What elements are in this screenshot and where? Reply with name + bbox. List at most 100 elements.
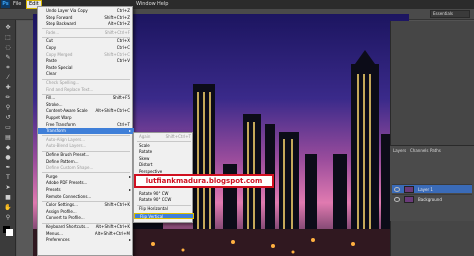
edit-menu-item[interactable]: Presets ▸ <box>38 187 134 193</box>
edit-menu-item[interactable]: Step Forward Shift+Ctrl+Z <box>38 15 134 21</box>
zoom-tool-icon[interactable]: ⚲ <box>3 214 13 222</box>
menu-item-label: Clear <box>46 71 57 77</box>
layer-name: Layer 1 <box>418 187 433 192</box>
transform-submenu-item[interactable]: Flip Vertical <box>134 212 194 219</box>
transform-submenu-item[interactable]: Distort <box>134 162 194 168</box>
edit-menu-item[interactable]: Cut Ctrl+X <box>38 38 134 44</box>
menu-item-shortcut: Alt+Shift+Ctrl+M <box>94 230 130 236</box>
workspace-switcher[interactable]: Essentials <box>430 10 470 18</box>
eyedropper-tool-icon[interactable]: ⁄ <box>3 74 13 82</box>
dodge-tool-icon[interactable]: ● <box>3 154 13 162</box>
edit-menu-item: Define Custom Shape... <box>38 165 134 171</box>
gradient-tool-icon[interactable]: ▤ <box>3 134 13 142</box>
edit-menu-item: Fade... Shift+Ctrl+F <box>38 30 134 36</box>
menu-item-label: Auto-Align Layers... <box>46 136 86 142</box>
type-tool-icon[interactable]: T <box>3 174 13 182</box>
blur-tool-icon[interactable]: ◆ <box>3 144 13 152</box>
menu-file[interactable]: File <box>13 0 21 9</box>
edit-menu-item[interactable]: Preferences ▸ <box>38 237 134 243</box>
edit-menu-item[interactable]: Remote Connections... <box>38 194 134 200</box>
menu-window[interactable]: Window <box>136 0 156 9</box>
path-select-tool-icon[interactable]: ➤ <box>3 184 13 192</box>
menu-help[interactable]: Help <box>157 0 168 9</box>
edit-menu-item[interactable]: Keyboard Shortcuts... Alt+Shift+Ctrl+K <box>38 224 134 230</box>
transform-submenu-item[interactable]: Rotate 90° CCW <box>134 197 194 203</box>
edit-menu-item[interactable]: Clear <box>38 71 134 77</box>
move-tool-icon[interactable]: ✥ <box>3 24 13 32</box>
pen-tool-icon[interactable]: ✒ <box>3 164 13 172</box>
edit-menu-item[interactable]: Paste Special <box>38 65 134 71</box>
shape-tool-icon[interactable]: ■ <box>3 194 13 202</box>
visibility-eye-icon[interactable] <box>394 197 400 202</box>
menu-item-label: Convert to Profile... <box>46 215 85 221</box>
menu-item-label: Remote Connections... <box>46 193 92 199</box>
hand-tool-icon[interactable]: ✋ <box>3 204 13 212</box>
layer-row[interactable]: Layer 1 <box>392 184 472 193</box>
menu-item-label: Paste <box>46 58 57 64</box>
edit-menu-item: Find and Replace Text... <box>38 87 134 93</box>
menu-item-label: Find and Replace Text... <box>46 86 94 92</box>
healing-brush-tool-icon[interactable]: ✚ <box>3 84 13 92</box>
menu-item-shortcut: Ctrl+X <box>116 38 130 44</box>
transform-submenu-item[interactable]: Skew <box>134 156 194 162</box>
submenu-arrow-icon: ▸ <box>128 187 131 192</box>
menu-item-label: Rotate 90° CW <box>139 190 169 196</box>
menu-item-shortcut: Shift+F5 <box>112 95 130 101</box>
edit-menu-item[interactable]: Paste Ctrl+V <box>38 58 134 64</box>
edit-menu-item[interactable]: Assign Profile... <box>38 209 134 215</box>
background-color-swatch[interactable] <box>6 229 13 236</box>
tab-paths[interactable]: Paths <box>430 148 441 153</box>
edit-menu-item[interactable]: Adobe PDF Presets... <box>38 180 134 186</box>
transform-submenu-item[interactable]: Rotate <box>134 149 194 155</box>
edit-menu-item[interactable]: Puppet Warp <box>38 115 134 121</box>
menu-item-label: Step Backward <box>46 21 76 27</box>
visibility-eye-icon[interactable] <box>394 187 400 192</box>
layers-panel: Layers Channels Paths Layer 1 Background <box>390 145 474 221</box>
menu-item-label: Preferences <box>46 237 70 243</box>
transform-submenu-item[interactable]: Flip Horizontal <box>134 206 194 212</box>
edit-menu-item[interactable]: Free Transform Ctrl+T <box>38 122 134 128</box>
edit-menu-item[interactable]: Define Pattern... <box>38 159 134 165</box>
quick-select-tool-icon[interactable]: ✎ <box>3 54 13 62</box>
menu-item-label: Flip Horizontal <box>139 206 168 211</box>
menu-item-shortcut: Ctrl+V <box>116 58 130 64</box>
edit-menu-item[interactable]: Define Brush Preset... <box>38 152 134 158</box>
menu-item-shortcut: Ctrl+C <box>116 45 130 50</box>
edit-menu-item[interactable]: Purge ▸ <box>38 174 134 180</box>
menu-item-label: Check Spelling... <box>46 80 80 85</box>
eraser-tool-icon[interactable]: ▭ <box>3 124 13 132</box>
menu-item-label: Define Pattern... <box>46 158 79 164</box>
menu-item-label: Transform <box>46 128 66 134</box>
brush-tool-icon[interactable]: ✏ <box>3 94 13 102</box>
clone-stamp-tool-icon[interactable]: ⚲ <box>3 104 13 112</box>
edit-menu-item[interactable]: Fill... Shift+F5 <box>38 95 134 101</box>
menu-item-shortcut: Alt+Shift+Ctrl+K <box>95 224 130 229</box>
transform-submenu-item[interactable]: Rotate 90° CW <box>134 191 194 197</box>
edit-menu-item[interactable]: Menus... Alt+Shift+Ctrl+M <box>38 231 134 237</box>
edit-menu-item[interactable]: Convert to Profile... <box>38 215 134 221</box>
edit-menu-item[interactable]: Undo Layer Via Copy Ctrl+Z <box>38 8 134 14</box>
transform-submenu-item[interactable]: Scale <box>134 143 194 149</box>
marquee-tool-icon[interactable]: ⬚ <box>3 34 13 42</box>
edit-menu-item[interactable]: Transform ▸ <box>38 128 134 135</box>
edit-menu-item: Copy Merged Shift+Ctrl+C <box>38 52 134 58</box>
menu-item-label: Fill... <box>46 95 56 101</box>
menu-item-label: Keyboard Shortcuts... <box>46 224 90 229</box>
menu-item-shortcut: Ctrl+Z <box>116 8 130 13</box>
edit-menu-item: Auto-Blend Layers... <box>38 143 134 149</box>
edit-menu-item[interactable]: Copy Ctrl+C <box>38 45 134 51</box>
crop-tool-icon[interactable]: ⌗ <box>3 64 13 72</box>
tab-layers[interactable]: Layers <box>393 148 406 153</box>
history-brush-tool-icon[interactable]: ↺ <box>3 114 13 122</box>
menu-item-shortcut: Shift+Ctrl+C <box>104 51 130 57</box>
menu-item-shortcut: Alt+Shift+Ctrl+C <box>95 108 130 114</box>
layer-row[interactable]: Background <box>392 194 472 203</box>
menu-item-label: Again <box>139 134 151 139</box>
edit-menu-item: Auto-Align Layers... <box>38 137 134 143</box>
edit-menu-item[interactable]: Step Backward Alt+Ctrl+Z <box>38 21 134 27</box>
edit-menu-item[interactable]: Color Settings... Shift+Ctrl+K <box>38 202 134 208</box>
edit-menu-item[interactable]: Stroke... <box>38 102 134 108</box>
edit-menu-item[interactable]: Content-Aware Scale Alt+Shift+Ctrl+C <box>38 108 134 114</box>
tab-channels[interactable]: Channels <box>410 148 429 153</box>
lasso-tool-icon[interactable]: ◌ <box>3 44 13 52</box>
